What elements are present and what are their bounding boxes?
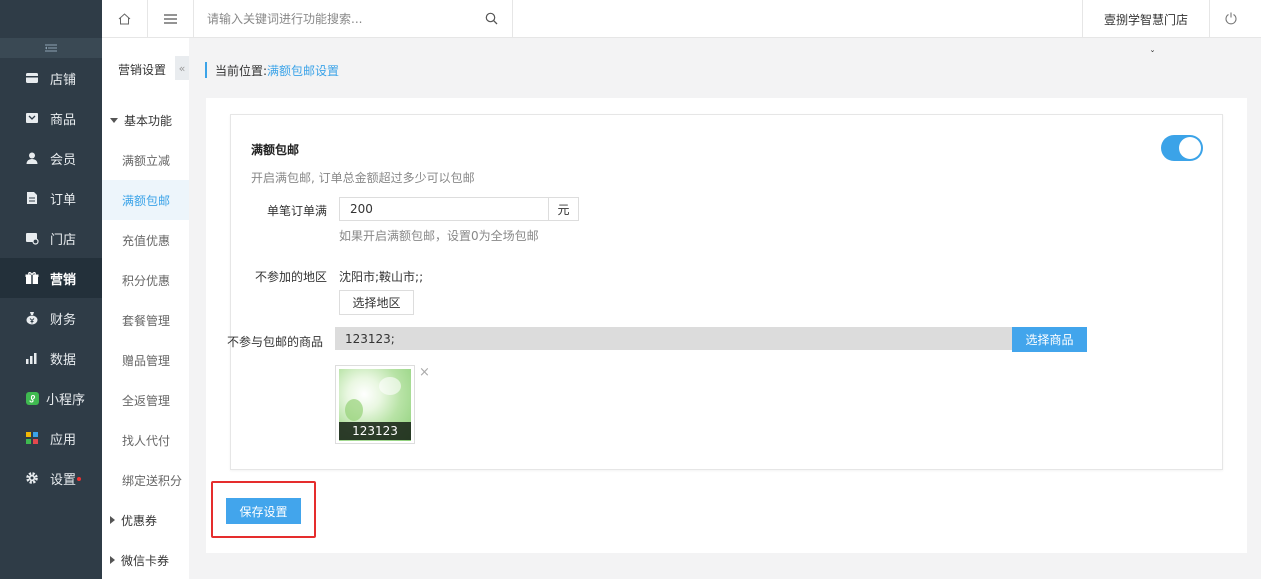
- submenu-item-gift[interactable]: 赠品管理: [102, 340, 189, 380]
- notification-dot: [77, 477, 82, 481]
- save-settings-button[interactable]: 保存设置: [226, 498, 301, 524]
- triangle-right-icon: [110, 516, 115, 524]
- top-bar: 壹捌学智慧门店: [102, 0, 1261, 38]
- submenu-item-bind-points[interactable]: 绑定送积分: [102, 460, 189, 500]
- sidebar-item-settings[interactable]: 设置: [0, 458, 102, 498]
- amount-label: 单笔订单满: [266, 204, 327, 218]
- logo-area: [0, 0, 102, 38]
- marketing-submenu: 营销设置 基本功能 满额立减 满额包邮 充值优惠 积分优惠 套餐管理 赠品管理 …: [102, 38, 189, 579]
- free-shipping-card: 满额包邮 开启满包邮, 订单总金额超过多少可以包邮 单笔订单满 元 如果开启满额…: [227, 114, 1223, 470]
- sidebar-item-label: 数据: [50, 352, 77, 368]
- breadcrumb-prefix: 当前位置:: [215, 63, 268, 78]
- amount-input[interactable]: [340, 198, 549, 220]
- sidebar-item-label: 门店: [50, 232, 77, 248]
- submenu-group-basic[interactable]: 基本功能: [102, 100, 189, 140]
- power-icon[interactable]: [1224, 11, 1238, 25]
- sidebar-collapse-toggle[interactable]: [0, 38, 102, 58]
- gift-icon: [24, 270, 40, 286]
- search-input[interactable]: [207, 12, 477, 26]
- shop-icon: [24, 230, 40, 246]
- goods-thumbnail-caption: 123123: [339, 422, 411, 440]
- free-shipping-toggle[interactable]: [1161, 135, 1203, 161]
- submenu-item-cashback[interactable]: 全返管理: [102, 380, 189, 420]
- menu-toggle-button[interactable]: [148, 0, 194, 38]
- sidebar-item-label: 财务: [50, 312, 77, 328]
- region-label: 不参加的地区: [254, 270, 327, 284]
- miniapp-icon: [24, 390, 40, 406]
- money-bag-icon: [24, 310, 40, 326]
- sidebar-item-goods[interactable]: 商品: [0, 98, 102, 138]
- main-sidebar: 店铺 商品 会员 订单 门店 营销 财务 数据 小程序 应用 设置: [0, 0, 102, 579]
- home-button[interactable]: [102, 0, 148, 38]
- dropdown-caret[interactable]: ˇ: [1150, 50, 1155, 61]
- sidebar-item-label: 设置: [50, 472, 77, 488]
- member-icon: [24, 150, 40, 166]
- search-box: [193, 0, 513, 38]
- sidebar-item-member[interactable]: 会员: [0, 138, 102, 178]
- select-goods-button[interactable]: 选择商品: [1012, 327, 1087, 352]
- section-title: 满额包邮: [251, 143, 300, 157]
- submenu-group-label: 微信卡券: [121, 553, 170, 568]
- sidebar-item-order[interactable]: 订单: [0, 178, 102, 218]
- excluded-goods-input[interactable]: 123123;: [335, 327, 1012, 350]
- amount-hint: 如果开启满额包邮，设置0为全场包邮: [339, 229, 539, 243]
- sidebar-item-apps[interactable]: 应用: [0, 418, 102, 458]
- collapse-lines-icon: [45, 44, 57, 52]
- submenu-item-package[interactable]: 套餐管理: [102, 300, 189, 340]
- apps-icon: [24, 430, 40, 446]
- submenu-item-points[interactable]: 积分优惠: [102, 260, 189, 300]
- gear-icon: [24, 470, 40, 486]
- sidebar-item-miniapp[interactable]: 小程序: [0, 378, 102, 418]
- sidebar-item-label: 小程序: [46, 392, 86, 408]
- select-region-button[interactable]: 选择地区: [339, 290, 414, 315]
- submenu-item-full-discount[interactable]: 满额立减: [102, 140, 189, 180]
- sidebar-item-data[interactable]: 数据: [0, 338, 102, 378]
- goods-label: 不参与包邮的商品: [226, 335, 323, 349]
- submenu-item-recharge[interactable]: 充值优惠: [102, 220, 189, 260]
- sidebar-item-label: 商品: [50, 112, 77, 128]
- store-icon: [24, 70, 40, 86]
- close-icon[interactable]: ×: [419, 365, 430, 380]
- breadcrumb-current[interactable]: 满额包邮设置: [267, 62, 339, 79]
- search-icon[interactable]: [485, 12, 498, 25]
- breadcrumb: 当前位置: 满额包邮设置: [205, 62, 339, 78]
- submenu-group-label: 优惠券: [121, 513, 158, 528]
- submenu-collapse-button[interactable]: «: [175, 56, 189, 80]
- sidebar-item-label: 店铺: [50, 72, 77, 88]
- sidebar-item-marketing[interactable]: 营销: [0, 258, 102, 298]
- amount-unit: 元: [548, 198, 578, 220]
- sidebar-item-finance[interactable]: 财务: [0, 298, 102, 338]
- section-description: 开启满包邮, 订单总金额超过多少可以包邮: [251, 171, 475, 185]
- sidebar-item-label: 应用: [50, 432, 77, 448]
- main-panel: 满额包邮 开启满包邮, 订单总金额超过多少可以包邮 单笔订单满 元 如果开启满额…: [206, 98, 1247, 553]
- order-icon: [24, 190, 40, 206]
- excluded-regions: 沈阳市;鞍山市;;: [339, 270, 424, 284]
- triangle-down-icon: [110, 117, 118, 123]
- sidebar-item-label: 营销: [50, 272, 77, 288]
- shop-name[interactable]: 壹捌学智慧门店: [1082, 0, 1210, 38]
- goods-icon: [24, 110, 40, 126]
- home-icon: [118, 13, 131, 25]
- sidebar-item-shop[interactable]: 门店: [0, 218, 102, 258]
- submenu-item-pay-for-me[interactable]: 找人代付: [102, 420, 189, 460]
- goods-thumbnail[interactable]: 123123: [335, 365, 415, 444]
- sidebar-item-label: 订单: [50, 192, 77, 208]
- amount-field-group: 元: [339, 197, 579, 221]
- bar-chart-icon: [24, 350, 40, 366]
- submenu-group-label: 基本功能: [124, 113, 173, 128]
- sidebar-item-store[interactable]: 店铺: [0, 58, 102, 98]
- hamburger-icon: [164, 14, 177, 24]
- submenu-group-coupon[interactable]: 优惠券: [102, 500, 189, 540]
- submenu-group-wxcard[interactable]: 微信卡券: [102, 540, 189, 579]
- toggle-knob: [1179, 137, 1201, 159]
- triangle-right-icon: [110, 556, 115, 564]
- submenu-item-free-shipping[interactable]: 满额包邮: [102, 180, 189, 220]
- sidebar-item-label: 会员: [50, 152, 77, 168]
